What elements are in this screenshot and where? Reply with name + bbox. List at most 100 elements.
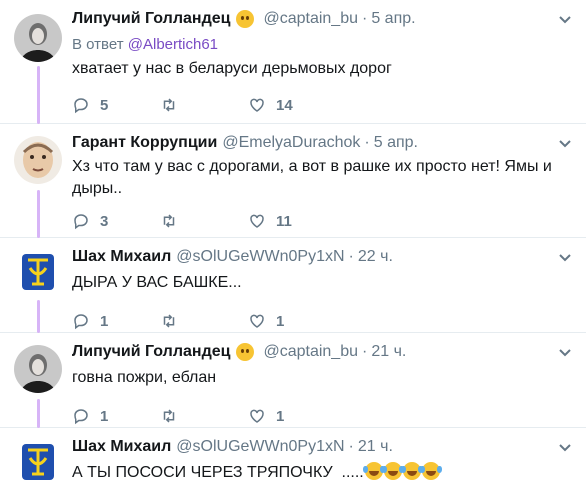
thread-line	[37, 190, 40, 238]
reply-button[interactable]: 1	[72, 407, 160, 425]
tweet-header: Липучий Голландец @captain_bu · 21 ч.	[72, 341, 572, 363]
tears-of-joy-icon	[400, 462, 421, 480]
reply-icon	[74, 409, 88, 425]
display-name[interactable]: Липучий Голландец	[72, 341, 230, 363]
like-button[interactable]: 14	[248, 96, 336, 114]
avatar[interactable]	[16, 440, 60, 484]
tweet[interactable]: Гарант Коррупции @EmelyaDurachok · 5 апр…	[0, 124, 586, 238]
tweet-actions: 3 11	[72, 212, 336, 230]
like-count: 11	[276, 212, 292, 230]
reply-count: 1	[100, 407, 109, 425]
thinking-face-icon	[236, 343, 255, 361]
avatar[interactable]	[14, 14, 62, 62]
like-count: 1	[276, 407, 285, 425]
logo-avatar-icon	[16, 250, 60, 294]
retweet-icon	[163, 409, 175, 423]
reply-count: 1	[100, 312, 109, 330]
tweet[interactable]: Липучий Голландец @captain_bu · 5 апр. В…	[0, 0, 586, 124]
tears-of-joy-icon	[362, 462, 383, 480]
thread-line	[37, 399, 40, 428]
tweet-header: Шах Михаил @sOlUGeWWn0Py1xN · 21 ч.	[72, 436, 572, 458]
reply-count: 5	[100, 96, 109, 114]
reply-prefix: В ответ	[72, 36, 124, 53]
chevron-down-icon[interactable]	[558, 440, 572, 454]
tweet-header: Шах Михаил @sOlUGeWWn0Py1xN · 22 ч.	[72, 246, 572, 268]
tweet-text: ДЫРА У ВАС БАШКЕ...	[72, 274, 242, 291]
retweet-icon	[163, 214, 175, 228]
tweet-text: говна пожри, еблан	[72, 369, 217, 386]
user-handle[interactable]: @EmelyaDurachok	[222, 132, 360, 154]
tweet[interactable]: Шах Михаил @sOlUGeWWn0Py1xN · 22 ч. ДЫРА…	[0, 238, 586, 333]
retweet-button[interactable]	[160, 96, 248, 114]
tweet-text: А ТЫ ПОСОСИ ЧЕРЕЗ ТРЯПОЧКУ .....	[72, 462, 572, 484]
timestamp[interactable]: 21 ч.	[358, 436, 393, 458]
chevron-down-icon[interactable]	[558, 12, 572, 26]
tweet[interactable]: Липучий Голландец @captain_bu · 21 ч. го…	[0, 333, 586, 428]
chevron-down-icon[interactable]	[558, 136, 572, 150]
tweet[interactable]: Шах Михаил @sOlUGeWWn0Py1xN · 21 ч. А ТЫ…	[0, 428, 586, 497]
heart-icon	[250, 214, 264, 228]
tweet-actions: 1 1	[72, 312, 336, 330]
retweet-button[interactable]	[160, 212, 248, 230]
thinking-face-icon	[236, 10, 255, 28]
avatar[interactable]	[16, 250, 60, 294]
timestamp[interactable]: 5 апр.	[374, 132, 418, 154]
person-avatar-icon	[14, 14, 62, 62]
tears-of-joy-icon	[381, 462, 402, 480]
like-button[interactable]: 11	[248, 212, 336, 230]
like-count: 14	[276, 96, 293, 114]
tweet-actions: 5 14	[72, 96, 336, 114]
tweet-actions: 1 1	[72, 407, 336, 425]
user-handle[interactable]: @sOlUGeWWn0Py1xN	[176, 436, 344, 458]
timestamp[interactable]: 5 апр.	[371, 8, 415, 30]
heart-icon	[250, 409, 264, 423]
tweet-header: Липучий Голландец @captain_bu · 5 апр.	[72, 8, 572, 30]
reply-button[interactable]: 3	[72, 212, 160, 230]
separator: ·	[362, 343, 368, 360]
display-name[interactable]: Липучий Голландец	[72, 8, 230, 30]
separator: ·	[362, 10, 368, 27]
retweet-icon	[163, 98, 175, 112]
like-button[interactable]: 1	[248, 407, 336, 425]
chevron-down-icon[interactable]	[558, 250, 572, 264]
avatar[interactable]	[14, 136, 62, 184]
timestamp[interactable]: 22 ч.	[358, 246, 393, 268]
reply-mention-link[interactable]: @Albertich61	[128, 36, 218, 53]
person-avatar-icon	[14, 345, 62, 393]
heart-icon	[250, 314, 264, 328]
reply-icon	[74, 98, 88, 114]
user-handle[interactable]: @captain_bu	[263, 8, 358, 30]
separator: ·	[348, 438, 354, 455]
like-count: 1	[276, 312, 285, 330]
reply-icon	[74, 314, 88, 330]
chevron-down-icon[interactable]	[558, 345, 572, 359]
display-name[interactable]: Шах Михаил	[72, 436, 171, 458]
reply-count: 3	[100, 212, 109, 230]
timestamp[interactable]: 21 ч.	[371, 341, 406, 363]
tweet-header: Гарант Коррупции @EmelyaDurachok · 5 апр…	[72, 132, 572, 154]
logo-avatar-icon	[16, 440, 60, 484]
tweet-text: Хз что там у вас с дорогами, а вот в раш…	[72, 158, 552, 197]
separator: ·	[348, 248, 354, 265]
caricature-avatar-icon	[14, 136, 62, 184]
reply-button[interactable]: 5	[72, 96, 160, 114]
user-handle[interactable]: @captain_bu	[263, 341, 358, 363]
display-name[interactable]: Шах Михаил	[72, 246, 171, 268]
tears-of-joy-icon	[419, 462, 440, 480]
tweet-text-body: А ТЫ ПОСОСИ ЧЕРЕЗ ТРЯПОЧКУ .....	[72, 464, 364, 481]
display-name[interactable]: Гарант Коррупции	[72, 132, 217, 154]
retweet-icon	[163, 314, 175, 328]
separator: ·	[364, 134, 370, 151]
avatar[interactable]	[14, 345, 62, 393]
user-handle[interactable]: @sOlUGeWWn0Py1xN	[176, 246, 344, 268]
tweet-text: хватает у нас в беларуси дерьмовых дорог	[72, 60, 392, 77]
heart-icon	[250, 98, 264, 112]
thread-line	[37, 300, 40, 333]
thread-line	[37, 66, 40, 124]
retweet-button[interactable]	[160, 312, 248, 330]
reply-context: В ответ @Albertich61	[72, 34, 572, 56]
reply-button[interactable]: 1	[72, 312, 160, 330]
retweet-button[interactable]	[160, 407, 248, 425]
like-button[interactable]: 1	[248, 312, 336, 330]
reply-icon	[74, 214, 88, 230]
